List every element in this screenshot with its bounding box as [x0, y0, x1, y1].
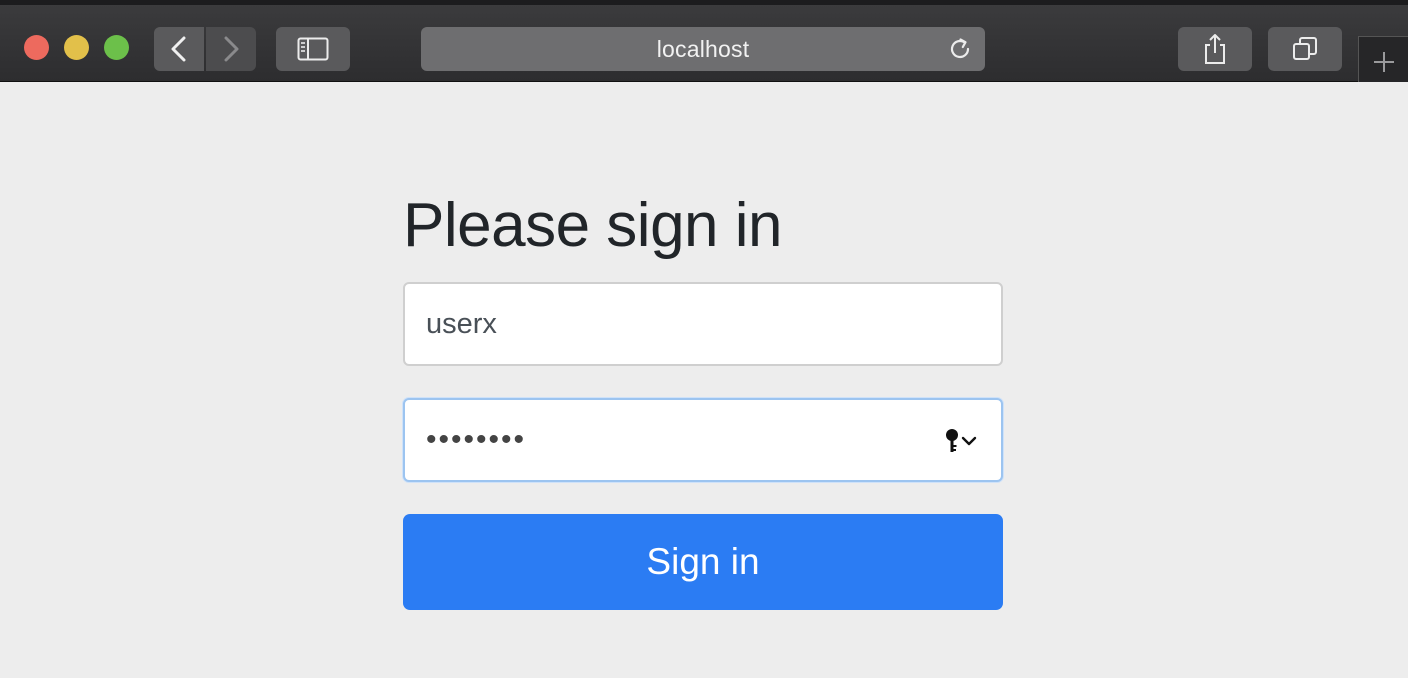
sidebar-toggle-button[interactable] [276, 27, 350, 71]
forward-button[interactable] [206, 27, 256, 71]
page-title: Please sign in [403, 191, 783, 260]
tabs-overview-icon [1293, 37, 1317, 60]
username-input[interactable]: userx [403, 282, 1003, 366]
share-icon [1205, 34, 1225, 64]
back-button[interactable] [154, 27, 204, 71]
sign-in-button[interactable]: Sign in [403, 514, 1003, 610]
window-maximize-button[interactable] [104, 35, 129, 60]
reload-icon [950, 38, 970, 59]
share-button[interactable] [1178, 27, 1252, 71]
window-close-button[interactable] [24, 35, 49, 60]
browser-toolbar: localhost [0, 0, 1408, 87]
sidebar-icon [297, 37, 329, 61]
chevron-down-icon [961, 436, 977, 446]
window-minimize-button[interactable] [64, 35, 89, 60]
plus-icon [1373, 52, 1394, 72]
tab-overview-button[interactable] [1268, 27, 1342, 71]
reload-button[interactable] [947, 36, 973, 67]
page-content: Please sign in userx •••••••• Sign in [0, 82, 1408, 678]
password-input[interactable]: •••••••• [403, 398, 1003, 482]
key-icon [946, 429, 958, 452]
chevron-left-icon [171, 36, 186, 62]
password-autofill-button[interactable] [945, 428, 977, 454]
username-value: userx [426, 307, 497, 340]
new-tab-button[interactable] [1358, 36, 1408, 87]
address-text: localhost [656, 35, 750, 62]
address-bar[interactable]: localhost [421, 27, 985, 71]
chevron-right-icon [224, 36, 239, 62]
password-value: •••••••• [426, 423, 527, 456]
